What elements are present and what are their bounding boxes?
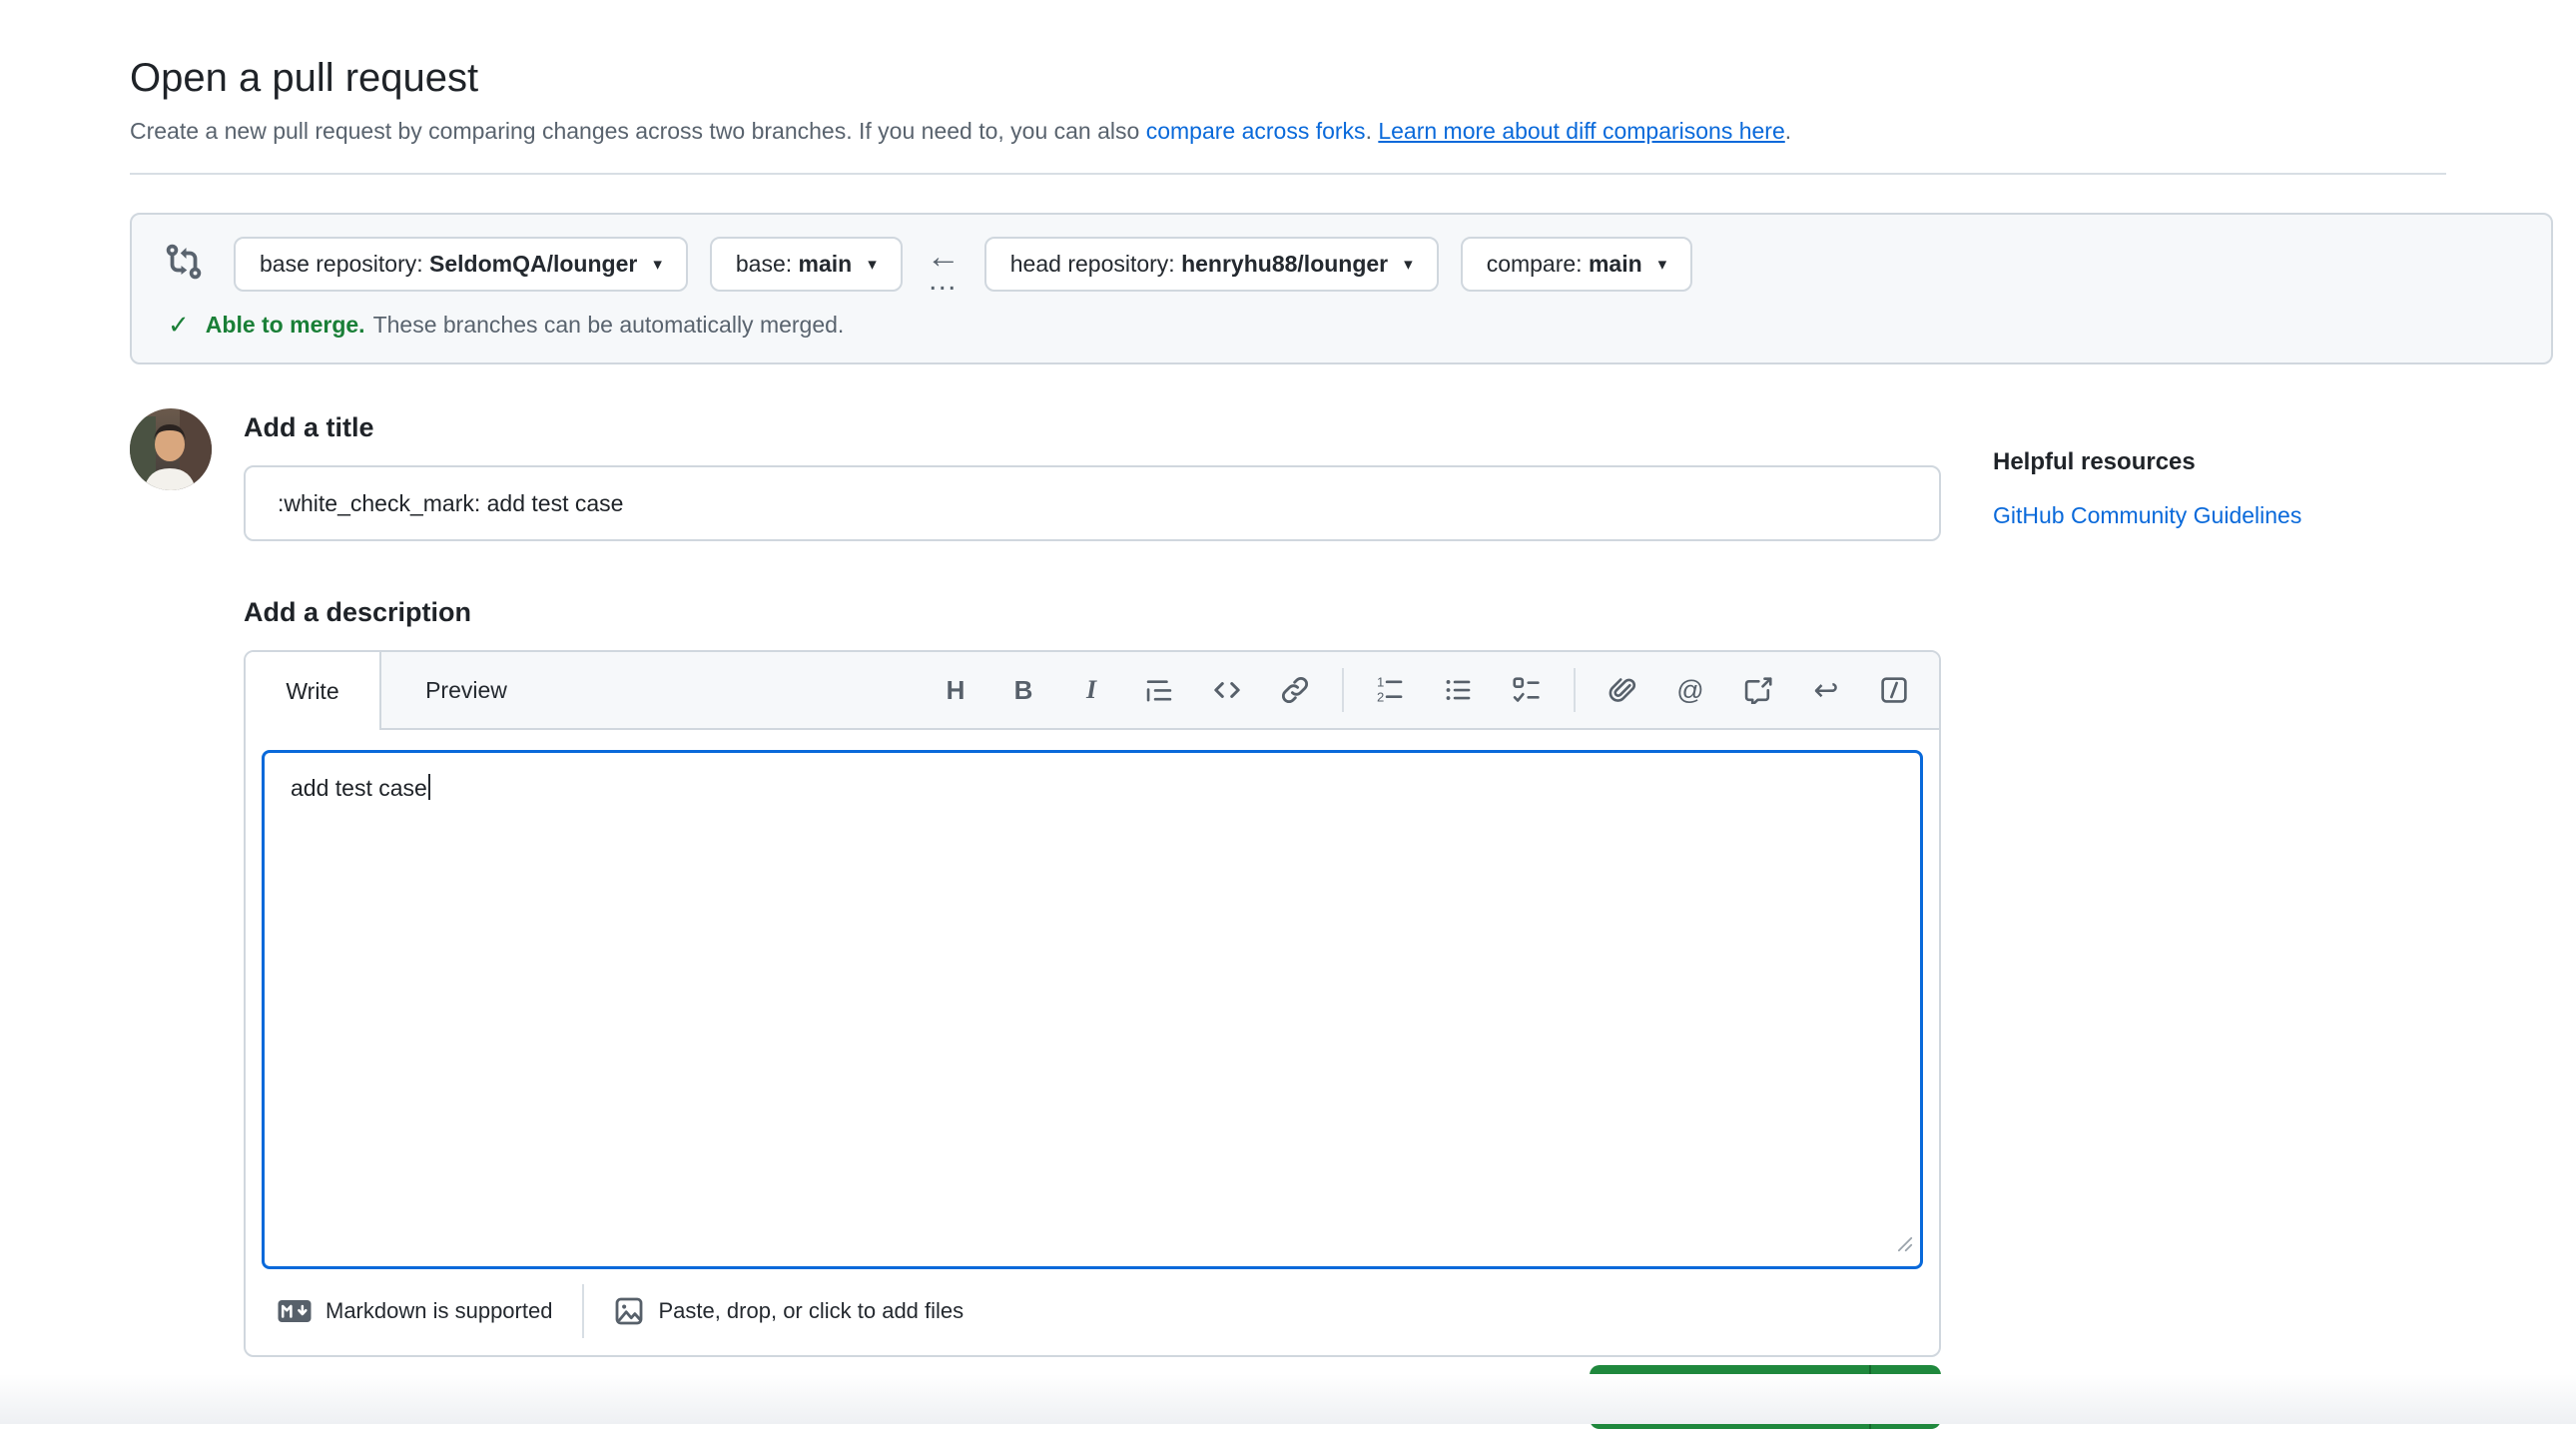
ellipsis-icon: … bbox=[928, 272, 960, 290]
avatar-column bbox=[130, 408, 212, 490]
actions-row: ✓ Allow edits by maintainers ? Create pu… bbox=[244, 1365, 1941, 1429]
paperclip-icon[interactable] bbox=[1608, 673, 1637, 707]
form-column: Add a title Add a description Write Prev… bbox=[244, 408, 1941, 1429]
footer-divider bbox=[582, 1284, 584, 1338]
merge-status-detail: These branches can be automatically merg… bbox=[373, 312, 845, 339]
merge-status-title: Able to merge. bbox=[206, 312, 365, 339]
image-icon bbox=[614, 1296, 644, 1326]
numbered-list-icon[interactable]: 1 2 bbox=[1376, 673, 1406, 707]
question-mark: ? bbox=[1553, 1386, 1565, 1408]
compare-branch-label: compare: bbox=[1487, 251, 1583, 277]
check-icon: ✓ bbox=[168, 310, 190, 341]
git-compare-icon bbox=[164, 242, 204, 288]
code-icon[interactable] bbox=[1212, 673, 1242, 707]
branch-selector-row: base repository: SeldomQA/lounger ▾ base… bbox=[158, 237, 2525, 292]
description-textarea[interactable]: add test case bbox=[262, 750, 1923, 1269]
allow-edits-label: Allow edits by maintainers bbox=[1225, 1383, 1528, 1411]
subtitle-end: . bbox=[1785, 118, 1791, 144]
description-value: add test case bbox=[291, 775, 430, 801]
subtitle-separator: . bbox=[1366, 118, 1379, 144]
subtitle-text: Create a new pull request by comparing c… bbox=[130, 118, 1146, 144]
toolbar-divider bbox=[1342, 668, 1344, 712]
base-repository-value: SeldomQA/lounger bbox=[429, 251, 637, 277]
tab-preview[interactable]: Preview bbox=[381, 652, 551, 728]
allow-edits-checkbox[interactable]: ✓ bbox=[1180, 1384, 1207, 1411]
chevron-down-icon: ▾ bbox=[1404, 256, 1413, 273]
base-branch-label: base: bbox=[736, 251, 792, 277]
reply-icon[interactable]: ↩ bbox=[1811, 673, 1841, 707]
merge-direction-indicator: ← … bbox=[927, 240, 961, 290]
description-editor: Write Preview H B I bbox=[244, 650, 1941, 1357]
task-list-icon[interactable] bbox=[1512, 673, 1542, 707]
compare-branch-value: main bbox=[1589, 251, 1642, 277]
svg-text:1: 1 bbox=[1377, 676, 1384, 690]
italic-icon[interactable]: I bbox=[1076, 673, 1106, 707]
attach-files-label: Paste, drop, or click to add files bbox=[658, 1298, 964, 1324]
editor-header: Write Preview H B I bbox=[246, 652, 1939, 730]
bullet-list-icon[interactable] bbox=[1444, 673, 1474, 707]
community-guidelines-link[interactable]: GitHub Community Guidelines bbox=[1993, 502, 2301, 528]
head-repository-dropdown[interactable]: head repository: henryhu88/lounger ▾ bbox=[984, 237, 1439, 292]
tab-write[interactable]: Write bbox=[246, 652, 381, 730]
editor-footer: Markdown is supported Past bbox=[262, 1283, 1923, 1339]
chevron-down-icon: ▾ bbox=[1658, 256, 1667, 273]
base-branch-dropdown[interactable]: base: main ▾ bbox=[710, 237, 903, 292]
pull-request-page: Open a pull request Create a new pull re… bbox=[0, 0, 2576, 1429]
svg-text:2: 2 bbox=[1377, 690, 1384, 705]
diff-comparisons-link[interactable]: Learn more about diff comparisons here bbox=[1378, 118, 1784, 144]
attach-files[interactable]: Paste, drop, or click to add files bbox=[614, 1296, 964, 1326]
branch-selector-bar: base repository: SeldomQA/lounger ▾ base… bbox=[130, 213, 2553, 364]
markdown-toolbar: H B I bbox=[941, 652, 1939, 728]
markdown-supported[interactable]: Markdown is supported bbox=[278, 1298, 552, 1324]
help-icon[interactable]: ? bbox=[1542, 1380, 1576, 1414]
compare-branch-dropdown[interactable]: compare: main ▾ bbox=[1461, 237, 1693, 292]
helpful-resources-heading: Helpful resources bbox=[1993, 448, 2472, 476]
link-icon[interactable] bbox=[1280, 673, 1310, 707]
resize-handle-icon[interactable] bbox=[1892, 1228, 1914, 1263]
create-options-dropdown[interactable]: ▾ bbox=[1871, 1365, 1941, 1429]
cross-reference-icon[interactable] bbox=[1743, 673, 1773, 707]
base-repository-label: base repository: bbox=[260, 251, 423, 277]
add-title-heading: Add a title bbox=[244, 412, 1941, 443]
base-repository-dropdown[interactable]: base repository: SeldomQA/lounger ▾ bbox=[234, 237, 688, 292]
quote-icon[interactable] bbox=[1144, 673, 1174, 707]
markdown-supported-label: Markdown is supported bbox=[325, 1298, 552, 1324]
sidebar: Helpful resources GitHub Community Guide… bbox=[1993, 408, 2472, 529]
merge-status: ✓ Able to merge. These branches can be a… bbox=[158, 310, 2525, 341]
slash-command-icon[interactable] bbox=[1879, 673, 1909, 707]
head-repository-label: head repository: bbox=[1010, 251, 1175, 277]
checkmark-icon: ✓ bbox=[1185, 1386, 1201, 1409]
page-subtitle: Create a new pull request by comparing c… bbox=[130, 115, 2446, 147]
compare-across-forks-link[interactable]: compare across forks bbox=[1146, 118, 1366, 144]
page-title: Open a pull request bbox=[130, 56, 2446, 101]
chevron-down-icon: ▾ bbox=[1901, 1388, 1910, 1406]
mention-icon[interactable]: @ bbox=[1675, 673, 1705, 707]
bold-icon[interactable]: B bbox=[1008, 673, 1038, 707]
chevron-down-icon: ▾ bbox=[868, 256, 877, 273]
head-repository-value: henryhu88/lounger bbox=[1181, 251, 1388, 277]
create-pull-request-button[interactable]: Create pull request ▾ bbox=[1590, 1365, 1941, 1429]
main-content-row: Add a title Add a description Write Prev… bbox=[130, 408, 2446, 1429]
title-input[interactable] bbox=[244, 465, 1941, 541]
chevron-down-icon: ▾ bbox=[653, 256, 662, 273]
base-branch-value: main bbox=[799, 251, 853, 277]
markdown-icon bbox=[278, 1300, 312, 1322]
header-divider bbox=[130, 173, 2446, 175]
avatar bbox=[130, 408, 212, 490]
editor-body: add test case bbox=[246, 730, 1939, 1355]
toolbar-divider bbox=[1574, 668, 1576, 712]
add-description-heading: Add a description bbox=[244, 597, 1941, 628]
create-pull-request-label[interactable]: Create pull request bbox=[1590, 1365, 1869, 1429]
heading-icon[interactable]: H bbox=[941, 673, 970, 707]
